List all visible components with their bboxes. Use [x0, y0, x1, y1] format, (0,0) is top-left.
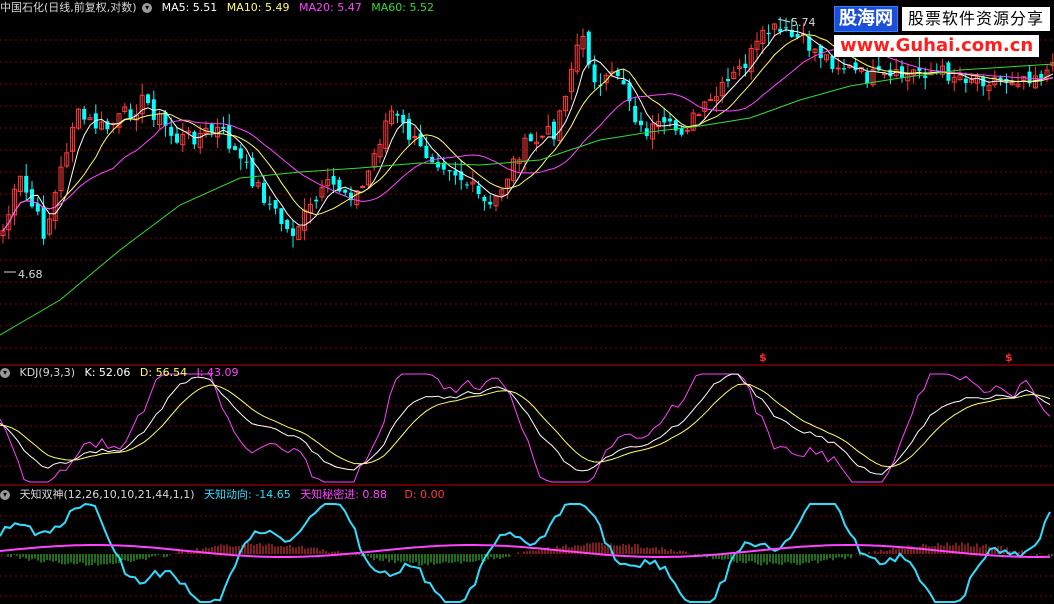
candle-body — [175, 133, 179, 143]
candle-body — [835, 67, 841, 70]
candle-body — [528, 134, 533, 142]
candle-body — [360, 186, 366, 189]
candle-body — [476, 185, 481, 195]
tianzhi-title: 天知双神(12,26,10,10,21,44,1,1) — [19, 488, 195, 501]
candle-body — [586, 31, 591, 65]
candle-body — [227, 124, 232, 149]
candle-body — [24, 175, 29, 193]
candle-body — [401, 114, 406, 123]
signal-mark-2: $ — [1005, 351, 1013, 364]
ma60-line — [0, 63, 1054, 336]
candle-body — [743, 63, 748, 69]
candle-body — [865, 72, 870, 84]
high-price-label: 5.74 — [791, 16, 816, 29]
candle-body — [395, 113, 400, 116]
tianzhi-settings-icon[interactable]: ▾ — [0, 490, 10, 500]
candle-body — [262, 182, 266, 203]
kdj-settings-icon[interactable]: ▾ — [0, 368, 10, 378]
candle-body — [424, 145, 429, 158]
candle-body — [267, 203, 272, 205]
candle-body — [465, 184, 469, 186]
candle-body — [273, 200, 278, 209]
price-title: 中国石化(日线,前复权,对数) — [0, 1, 137, 14]
tianzhi-chart[interactable] — [0, 486, 1054, 604]
watermark-slogan: 股票软件资源分享 — [902, 7, 1050, 31]
candle-body — [331, 176, 336, 185]
price-legend: 中国石化(日线,前复权,对数) ▾ MA5: 5.51 MA10: 5.49 M… — [0, 1, 440, 15]
tianzhi-d-value: D: 0.00 — [404, 488, 445, 501]
kdj-j-value: J: 43.09 — [196, 366, 239, 379]
candle-body — [146, 94, 150, 103]
kdj-panel[interactable]: ▾ KDJ(9,3,3) K: 52.06 D: 56.54 J: 43.09 — [0, 366, 1054, 486]
candle-body — [314, 199, 319, 202]
ma10-value: MA10: 5.49 — [226, 1, 290, 14]
kdj-k-value: K: 52.06 — [84, 366, 131, 379]
candle-body — [418, 133, 423, 147]
candle-body — [621, 80, 626, 85]
candle-body — [488, 201, 493, 205]
candle-body — [888, 69, 893, 77]
candle-body — [233, 146, 237, 150]
candle-body — [244, 161, 249, 163]
tianzhi-panel[interactable]: ▾ 天知双神(12,26,10,10,21,44,1,1) 天知动向: -14.… — [0, 486, 1054, 604]
candle-body — [453, 170, 458, 176]
candle-body — [592, 64, 597, 83]
candle-body — [291, 228, 295, 236]
candle-body — [679, 128, 684, 135]
candle-body — [539, 135, 545, 138]
watermark-logo: 股海网 股票软件资源分享 www.Guhai.com.cn — [834, 6, 1050, 57]
candle-body — [853, 62, 858, 71]
candle-body — [41, 206, 46, 239]
kdj-d-value: D: 56.54 — [139, 366, 188, 379]
kdj-legend: ▾ KDJ(9,3,3) K: 52.06 D: 56.54 J: 43.09 — [0, 366, 245, 380]
candle-body — [633, 105, 638, 123]
kdj-k-line — [0, 373, 1051, 475]
candle-body — [766, 32, 771, 35]
candle-body — [82, 108, 87, 120]
candle-body — [412, 135, 418, 138]
tianzhi-mijin-value: 天知秘密进: 0.88 — [300, 488, 387, 501]
candle-body — [30, 189, 34, 207]
candle-body — [169, 126, 174, 136]
candle-body — [923, 75, 928, 78]
ma20-value: MA20: 5.47 — [299, 1, 362, 14]
settings-circle-icon[interactable]: ▾ — [142, 3, 153, 13]
candle-body — [662, 117, 667, 123]
candle-body — [668, 118, 672, 122]
ma60-value: MA60: 5.52 — [371, 1, 434, 14]
candle-body — [784, 27, 788, 29]
candle-body — [981, 76, 986, 87]
kdj-title: KDJ(9,3,3) — [19, 366, 76, 379]
candle-body — [708, 99, 714, 102]
candle-body — [1039, 74, 1044, 79]
tianzhi-legend: ▾ 天知双神(12,26,10,10,21,44,1,1) 天知动向: -14.… — [0, 488, 451, 502]
low-price-label: 4.68 — [18, 268, 43, 281]
candle-body — [963, 78, 968, 84]
candle-body — [447, 170, 452, 172]
candle-body — [684, 129, 690, 132]
candle-body — [221, 126, 226, 129]
candle-body — [830, 56, 835, 69]
ma5-value: MA5: 5.51 — [161, 1, 218, 14]
watermark-url: www.Guhai.com.cn — [834, 35, 1040, 57]
candle-body — [209, 124, 214, 133]
candle-body — [818, 45, 823, 59]
candle-body — [436, 162, 440, 168]
candle-body — [238, 148, 243, 159]
tianzhi-dongxiang-value: 天知动向: -14.65 — [204, 488, 291, 501]
candle-body — [343, 189, 348, 193]
candle-body — [726, 78, 730, 82]
candle-body — [696, 114, 702, 117]
watermark-site-name: 股海网 — [834, 6, 898, 32]
candle-body — [639, 120, 643, 126]
kdj-chart[interactable] — [0, 366, 1054, 486]
kdj-d-line — [0, 383, 1051, 468]
candle-body — [285, 219, 290, 230]
ma10-line — [2, 34, 1053, 232]
signal-mark-1: $ — [759, 351, 767, 364]
candle-body — [279, 208, 284, 224]
candle-body — [842, 68, 846, 70]
candle-body — [482, 196, 487, 202]
